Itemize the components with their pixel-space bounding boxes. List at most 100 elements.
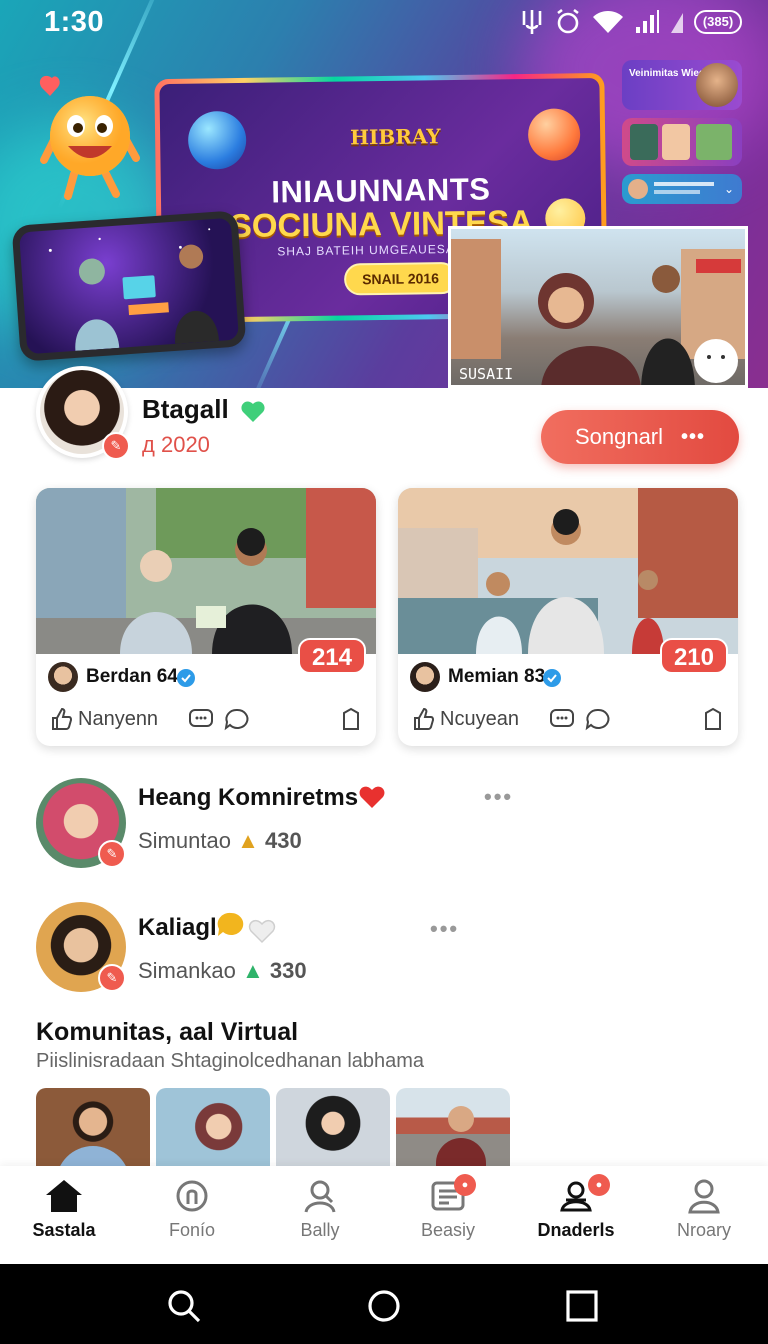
mini-card-line [654, 182, 714, 186]
verified-badge-icon [177, 669, 195, 687]
mini-card[interactable]: Veinimitas Wiedov [622, 60, 742, 110]
comment-subline: Simuntao ▲ 430 [138, 828, 302, 854]
nav-item-community[interactable]: ● Dnaderls [512, 1166, 640, 1264]
nav-label: Fonío [168, 1220, 216, 1240]
profile-icon [688, 1179, 720, 1214]
post-author-avatar[interactable] [410, 662, 440, 692]
more-icon[interactable]: ••• [430, 916, 459, 942]
comment-avatar[interactable]: ✎ [36, 778, 126, 868]
nav-label: Sastala [32, 1220, 96, 1240]
more-icon[interactable]: ••• [484, 784, 513, 810]
wifi-icon [593, 11, 623, 33]
heart-outline-icon [248, 919, 276, 944]
comment-sub-text: Simankao [138, 958, 236, 983]
post-actions: Ncuyean [412, 704, 724, 734]
nav-item-home[interactable]: Sastala [0, 1166, 128, 1264]
profile-avatar[interactable]: ✎ [36, 366, 130, 460]
comment-score: 330 [269, 958, 307, 983]
post-card[interactable]: 214 Berdan 64 Nanyenn [36, 488, 376, 746]
stat-icon: д [142, 432, 155, 457]
reply-icon[interactable] [224, 707, 250, 731]
profile-stat-value: 2020 [160, 432, 210, 457]
comment-name[interactable]: Kaliagl [138, 914, 217, 942]
notification-badge: ● [454, 1174, 476, 1196]
post-author-avatar[interactable] [48, 662, 78, 692]
phone-screen-photo [19, 217, 239, 355]
mini-card[interactable] [622, 118, 742, 166]
nav-item-news[interactable]: ● Beasiy [384, 1166, 512, 1264]
vibrate-icon [522, 10, 542, 34]
verified-badge-icon [543, 669, 561, 687]
post-photo [36, 488, 376, 654]
community-thumbnail[interactable] [156, 1088, 270, 1172]
edit-badge-icon[interactable]: ✎ [98, 840, 126, 868]
heart-icon [359, 786, 385, 808]
mini-card-avatar [628, 179, 648, 199]
phone-mockup [11, 210, 247, 362]
reaction-label: Ncuyean [440, 707, 519, 730]
home-button-icon[interactable] [366, 1288, 402, 1324]
reaction-label: Nanyenn [78, 707, 159, 730]
chat-bubble-icon [187, 110, 247, 170]
post-count-badge: 214 [297, 638, 366, 674]
bookmark-icon[interactable] [340, 707, 362, 731]
bottom-nav: Sastala Fonío Bally ● Beasiy ● Dnaderls … [0, 1166, 768, 1264]
notification-badge: ● [588, 1174, 610, 1196]
post-image [398, 488, 738, 654]
mini-card-line [654, 190, 700, 194]
like-icon[interactable] [50, 707, 72, 731]
community-thumbnail[interactable] [396, 1088, 510, 1172]
system-nav-bar [0, 1264, 768, 1344]
status-time: 1:30 [44, 6, 105, 38]
billboard-logo: HIBRAY [349, 124, 441, 150]
reply-icon[interactable] [585, 707, 611, 731]
section-subtitle: Piislinisradaan Shtaginolcedhanan labham… [36, 1050, 425, 1072]
status-icons: (385) [520, 8, 742, 36]
nav-item-profile[interactable]: Nroary [640, 1166, 768, 1264]
edit-badge-icon[interactable]: ✎ [98, 964, 126, 992]
comment-sub-text: Simuntao [138, 828, 231, 853]
community-thumbnails [36, 1088, 510, 1172]
follow-button[interactable]: Songnarl ••• [541, 410, 739, 464]
profile-name: Btagall [142, 394, 229, 424]
community-thumbnail[interactable] [36, 1088, 150, 1172]
nav-item-people[interactable]: Bally [256, 1166, 384, 1264]
comment-name[interactable]: Heang Komniretms [138, 784, 358, 812]
post-author[interactable]: Memian 83 [448, 666, 545, 688]
profile-stat: д 2020 [142, 432, 210, 458]
mini-card-stack: Veinimitas Wiedov ⌄ [622, 60, 742, 212]
mini-card-thumb [630, 124, 658, 160]
recents-icon[interactable] [564, 1288, 600, 1324]
chat-icon [176, 1180, 208, 1212]
nav-label: Dnaderls [537, 1220, 615, 1240]
mini-card[interactable]: ⌄ [622, 174, 742, 204]
community-thumbnail[interactable] [276, 1088, 390, 1172]
post-author[interactable]: Berdan 64 [86, 666, 178, 688]
billboard-button[interactable]: SNAIL 2016 [343, 261, 458, 296]
verified-heart-icon [241, 401, 265, 422]
bookmark-icon[interactable] [702, 707, 724, 731]
chat-bubble-icon [527, 108, 581, 161]
search-icon[interactable] [166, 1288, 202, 1324]
edit-badge-icon[interactable]: ✎ [102, 432, 130, 460]
comment-avatar[interactable]: ✎ [36, 902, 126, 992]
more-icon: ••• [681, 425, 706, 448]
post-card[interactable]: 210 Memian 83 Ncuyean [398, 488, 738, 746]
chat-emoji-icon [217, 912, 244, 936]
comment-score: 430 [264, 828, 302, 853]
person-icon [304, 1180, 336, 1213]
thumbnail-face [448, 1106, 474, 1132]
post-count-badge: 210 [659, 638, 728, 674]
like-icon[interactable] [412, 707, 434, 731]
mini-card-avatar [696, 63, 738, 107]
street-photo: SUSAII [448, 226, 748, 388]
battery-indicator: (385) [694, 10, 742, 34]
signal-icon [636, 10, 659, 33]
nav-item-chat[interactable]: Fonío [128, 1166, 256, 1264]
comment-icon[interactable] [549, 707, 575, 731]
emoji-mascot-icon [39, 75, 140, 200]
nav-label: Beasiy [420, 1220, 476, 1240]
signal-empty-icon [671, 13, 683, 33]
comment-icon[interactable] [188, 707, 214, 731]
status-bar: 1:30 (385) [0, 0, 768, 48]
